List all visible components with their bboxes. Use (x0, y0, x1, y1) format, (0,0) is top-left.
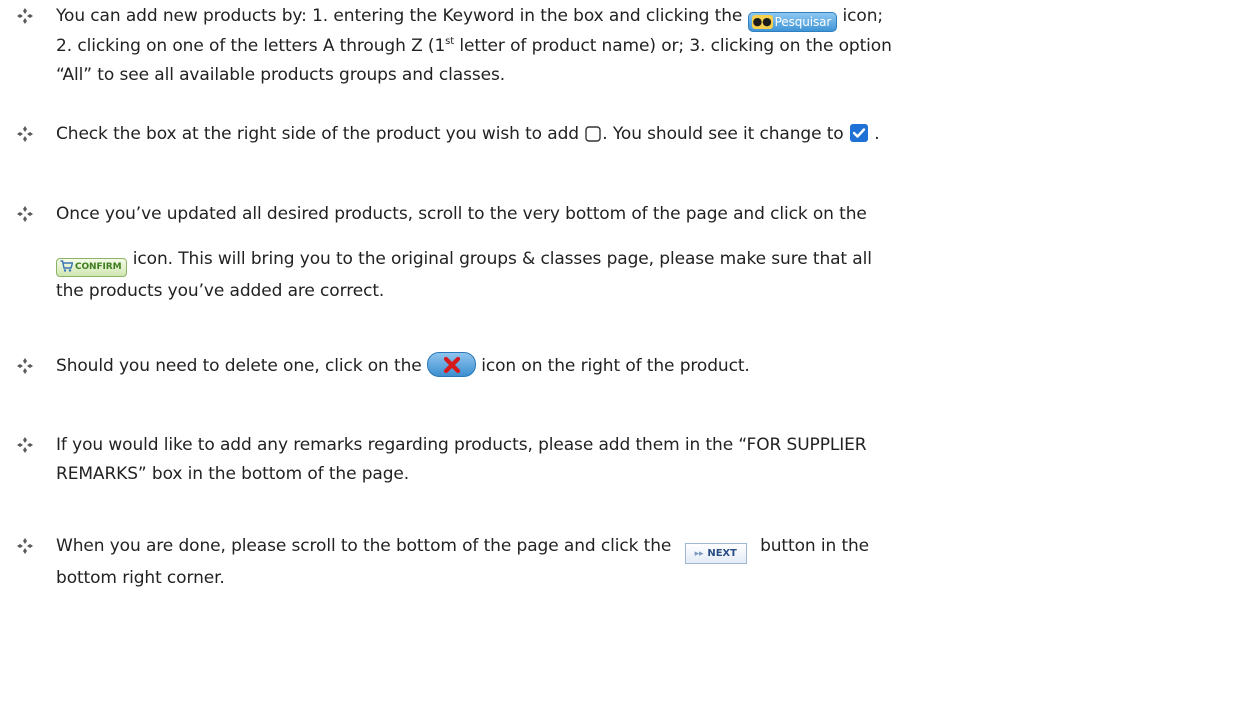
unchecked-box-icon (585, 126, 601, 142)
delete-icon-image (426, 352, 476, 377)
text-segment: Should you need to delete one, click on … (56, 356, 427, 376)
text-segment: icon on the right of the product. (475, 356, 750, 376)
text-line: CONFIRM icon. This will bring you to the… (56, 245, 1236, 277)
instructions-document: You can add new products by: 1. entering… (0, 0, 1246, 717)
text-line: Check the box at the right side of the p… (56, 120, 1236, 149)
text-segment: . (868, 124, 880, 144)
text-segment: When you are done, please scroll to the … (56, 536, 677, 556)
four-diamond-bullet-icon (17, 358, 33, 374)
confirm-icon-image: CONFIRM (56, 258, 128, 277)
text-segment: 2. clicking on one of the letters A thro… (56, 36, 446, 56)
confirm-label: CONFIRM (75, 262, 122, 272)
bullet-text: If you would like to add any remarks reg… (56, 431, 1236, 489)
next-button-image: ▸▸ NEXT (684, 543, 747, 564)
text-line: Once you’ve updated all desired products… (56, 204, 867, 224)
text-line: When you are done, please scroll to the … (56, 532, 1236, 564)
pesquisar-icon-image: ●● Pesquisar (747, 12, 838, 32)
text-line: If you would like to add any remarks reg… (56, 435, 867, 455)
text-segment: . You should see it change to (602, 124, 849, 144)
text-line: bottom right corner. (56, 568, 225, 588)
next-label: NEXT (707, 548, 737, 559)
bullet-text: You can add new products by: 1. entering… (56, 2, 1236, 90)
bullet-text: When you are done, please scroll to the … (56, 532, 1236, 593)
text-line: “All” to see all available products grou… (56, 65, 506, 85)
bullet-text: Check the box at the right side of the p… (56, 120, 1236, 149)
four-diamond-bullet-icon (17, 126, 33, 142)
text-line: 2. clicking on one of the letters A thro… (56, 32, 1236, 61)
text-line: the products you’ve added are correct. (56, 281, 385, 301)
delete-x-icon (443, 356, 461, 374)
text-line: Should you need to delete one, click on … (56, 352, 1236, 381)
cart-icon (60, 260, 73, 272)
text-segment: icon. This will bring you to the origina… (127, 249, 872, 269)
text-segment: You can add new products by: 1. entering… (56, 6, 748, 26)
text-segment: Check the box at the right side of the p… (56, 124, 585, 144)
text-line: You can add new products by: 1. entering… (56, 2, 1236, 32)
text-line: REMARKS” box in the bottom of the page. (56, 464, 410, 484)
bullet-text: Should you need to delete one, click on … (56, 352, 1236, 381)
superscript: st (445, 36, 455, 47)
four-diamond-bullet-icon (17, 437, 33, 453)
checked-box-icon (849, 124, 868, 142)
double-arrow-icon: ▸▸ (694, 549, 704, 559)
binoculars-icon: ●● (751, 15, 773, 29)
four-diamond-bullet-icon (17, 206, 33, 222)
four-diamond-bullet-icon (17, 8, 33, 24)
text-segment: icon; (837, 6, 884, 26)
text-segment: button in the (754, 536, 870, 556)
text-segment: letter of product name) or; 3. clicking … (454, 36, 892, 56)
bullet-text: Once you’ve updated all desired products… (56, 200, 1236, 306)
four-diamond-bullet-icon (17, 538, 33, 554)
pesquisar-label: Pesquisar (774, 15, 832, 29)
